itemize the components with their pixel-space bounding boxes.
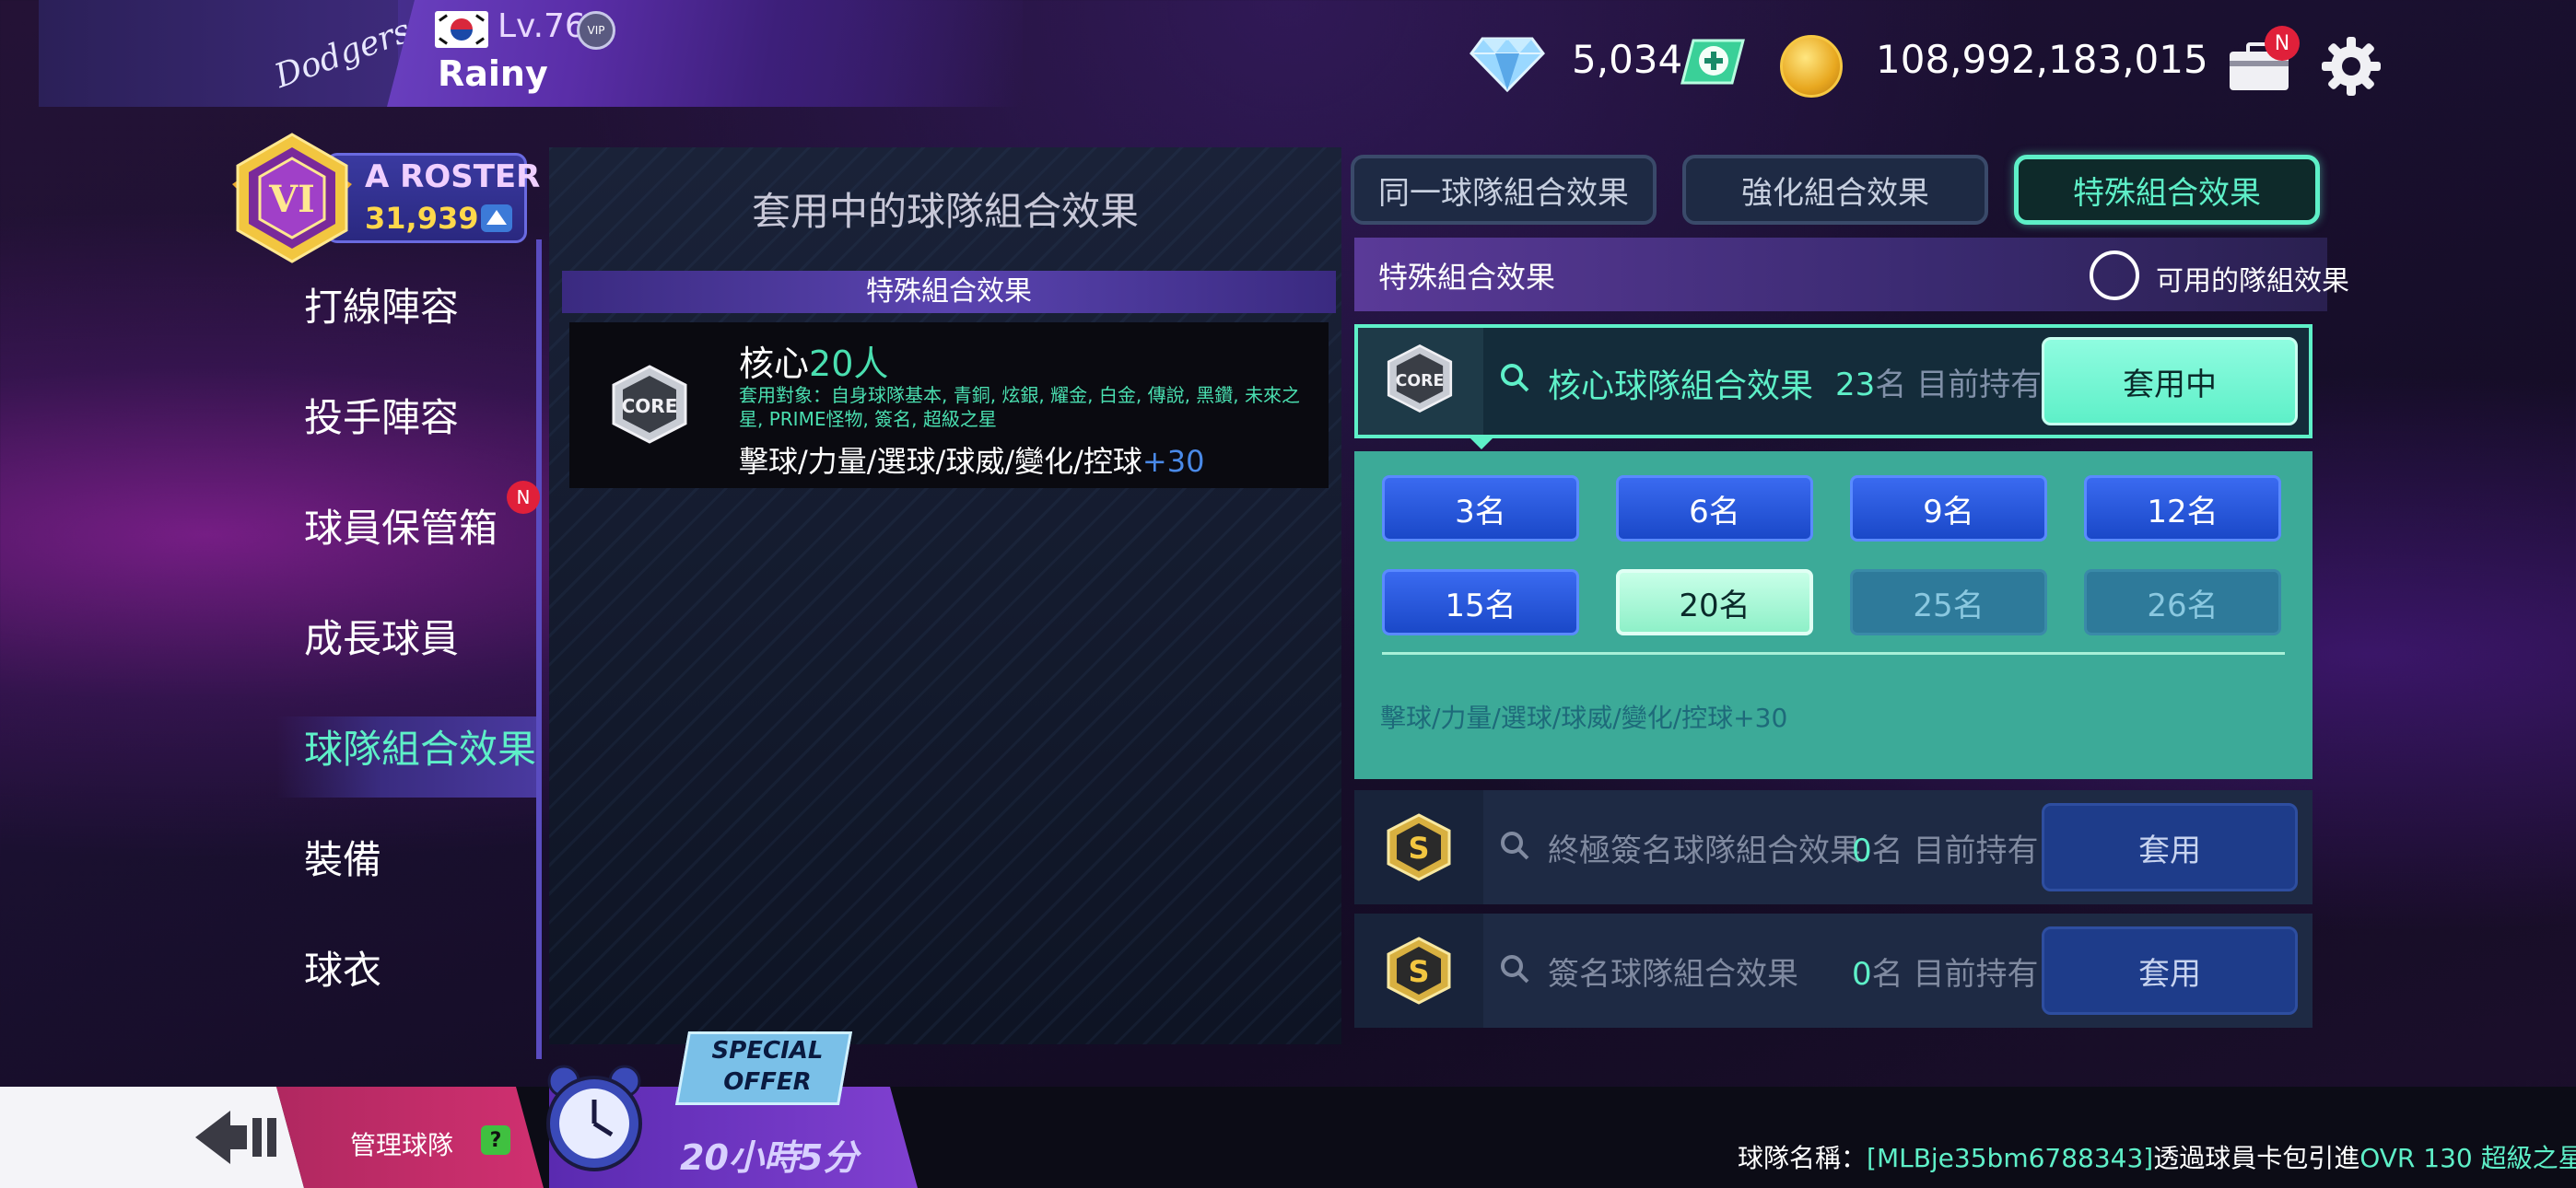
sidebar-item-pitching-lineup[interactable]: 投手陣容 bbox=[304, 387, 459, 443]
applied-section-header: 特殊組合效果 bbox=[562, 271, 1336, 313]
vip-icon: VIP bbox=[577, 11, 615, 50]
sidebar-divider bbox=[536, 239, 542, 1059]
sidebar-item-equipment[interactable]: 裝備 bbox=[304, 829, 381, 885]
player-level: Lv.76 bbox=[498, 7, 586, 45]
applied-effect-target: 套用對象：自身球隊基本, 青銅, 炫銀, 耀金, 白金, 傳說, 黑鑽, 未來之… bbox=[739, 384, 1301, 430]
roster-score: 31,939 bbox=[365, 201, 479, 236]
core-option-3[interactable]: 3名 bbox=[1382, 475, 1579, 542]
apply-button[interactable]: 套用 bbox=[2042, 926, 2298, 1015]
core-option-6[interactable]: 6名 bbox=[1616, 475, 1813, 542]
roster-rank: VI bbox=[268, 178, 315, 221]
notification-badge: N bbox=[507, 481, 540, 514]
sidebar-item-growth-players[interactable]: 成長球員 bbox=[304, 608, 459, 664]
korea-flag-icon bbox=[435, 11, 488, 48]
coin-icon bbox=[1780, 35, 1843, 98]
news-ticker: 球隊名稱：[MLBje35bm6788343]透過球員卡包引進OVR 130 超… bbox=[1738, 1143, 2576, 1173]
row-combo-count: 0名 目前持有 bbox=[1852, 956, 2039, 993]
row-combo-name: 終極簽名球隊組合效果 bbox=[1548, 833, 1861, 869]
sidebar-item-uniform[interactable]: 球衣 bbox=[304, 939, 381, 996]
applied-effect-name: 核心20人 bbox=[739, 344, 889, 384]
apply-button[interactable]: 套用 bbox=[2042, 803, 2298, 891]
alarm-clock-icon[interactable] bbox=[544, 1057, 645, 1177]
special-offer-label: SPECIAL OFFER bbox=[711, 1037, 824, 1096]
core-option-20[interactable]: 20名 bbox=[1616, 569, 1813, 635]
tab-enhancement-combo[interactable]: 強化組合效果 bbox=[1682, 155, 1988, 225]
signature-combo-row[interactable]: S 簽名球隊組合效果 0名 目前持有 套用 bbox=[1354, 914, 2313, 1028]
core-combo-count: 23名 目前持有 bbox=[1835, 367, 2043, 403]
sidebar-item-team-combo[interactable]: 球隊組合效果 bbox=[304, 718, 536, 775]
core-icon: CORE bbox=[1387, 344, 1453, 413]
tab-same-team-combo[interactable]: 同一球隊組合效果 bbox=[1351, 155, 1657, 225]
core-icon-label: CORE bbox=[622, 395, 678, 417]
row-combo-count: 0名 目前持有 bbox=[1852, 833, 2039, 869]
row-combo-name: 簽名球隊組合效果 bbox=[1548, 956, 1798, 993]
core-option-12[interactable]: 12名 bbox=[2084, 475, 2281, 542]
gear-icon[interactable] bbox=[2322, 37, 2381, 96]
coin-count: 108,992,183,015 bbox=[1876, 37, 2208, 82]
roster-rank-emblem: VI bbox=[232, 133, 352, 263]
signature-s-label: S bbox=[1408, 954, 1429, 989]
sidebar-item-player-storage[interactable]: 球員保管箱 bbox=[304, 497, 498, 553]
back-arrow-icon[interactable] bbox=[193, 1105, 282, 1170]
core-option-stats: 擊球/力量/選球/球威/變化/控球+30 bbox=[1380, 703, 1788, 733]
core-option-15[interactable]: 15名 bbox=[1382, 569, 1579, 635]
tab-special-combo[interactable]: 特殊組合效果 bbox=[2014, 155, 2320, 225]
notification-badge: N bbox=[2265, 26, 2300, 61]
applied-effects-title: 套用中的球隊組合效果 bbox=[751, 189, 1139, 234]
gem-count: 5,034 bbox=[1572, 37, 1683, 82]
core-icon: CORE bbox=[612, 365, 687, 444]
options-divider bbox=[1382, 652, 2285, 655]
core-applied-button[interactable]: 套用中 bbox=[2042, 337, 2298, 425]
signature-s-icon: S bbox=[1387, 813, 1451, 881]
username: Rainy bbox=[438, 53, 548, 94]
search-icon[interactable] bbox=[1500, 363, 1529, 392]
search-icon[interactable] bbox=[1500, 954, 1529, 984]
applied-effect-stats: 擊球/力量/選球/球威/變化/控球+30 bbox=[739, 444, 1205, 479]
diamond-icon bbox=[1469, 37, 1545, 92]
expand-pointer bbox=[1469, 437, 1494, 449]
signature-s-label: S bbox=[1408, 831, 1429, 866]
core-combo-name: 核心球隊組合效果 bbox=[1548, 367, 1814, 405]
search-icon[interactable] bbox=[1500, 831, 1529, 860]
sidebar-item-batting-lineup[interactable]: 打線陣容 bbox=[304, 276, 459, 332]
roster-label: A ROSTER bbox=[365, 158, 541, 195]
ultimate-signature-combo-row[interactable]: S 終極簽名球隊組合效果 0名 目前持有 套用 bbox=[1354, 790, 2313, 904]
core-row-icon-label: CORE bbox=[1396, 372, 1445, 390]
core-option-25[interactable]: 25名 bbox=[1850, 569, 2047, 635]
help-icon[interactable]: ? bbox=[481, 1125, 510, 1155]
roster-upgrade-icon[interactable] bbox=[481, 204, 512, 232]
offer-timer: 20小時5分 bbox=[680, 1137, 859, 1178]
signature-s-icon: S bbox=[1387, 937, 1451, 1005]
core-option-9[interactable]: 9名 bbox=[1850, 475, 2047, 542]
manage-team-label: 管理球隊 bbox=[350, 1130, 454, 1160]
special-combo-title: 特殊組合效果 bbox=[1378, 260, 1556, 295]
available-filter-radio[interactable] bbox=[2090, 250, 2139, 300]
add-gems-button[interactable] bbox=[1680, 39, 1745, 85]
available-filter-label: 可用的隊組效果 bbox=[2156, 265, 2349, 297]
core-option-26[interactable]: 26名 bbox=[2084, 569, 2281, 635]
